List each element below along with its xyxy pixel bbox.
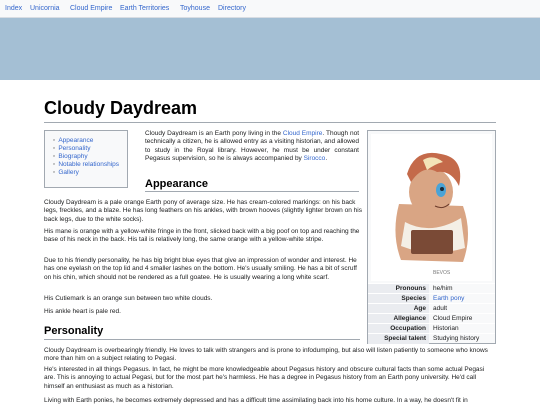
intro-text: .: [325, 155, 328, 163]
appearance-paragraph-3: Due to his friendly personality, he has …: [44, 257, 357, 281]
infobox-row-age: Age adult: [368, 303, 495, 314]
table-of-contents: Appearance Personality Biography Notable…: [44, 130, 128, 188]
personality-heading: Personality: [44, 325, 104, 337]
appearance-paragraph-2: His mane is orange with a yellow-white f…: [44, 228, 360, 244]
infobox-row-special-talent: Special talent Studying history: [368, 333, 495, 344]
character-infobox: BEVOS Pronouns he/him Species Earth pony…: [367, 130, 496, 344]
toc-item-gallery[interactable]: Gallery: [53, 169, 123, 177]
nav-link-index[interactable]: Index: [5, 5, 22, 12]
personality-paragraph-1: Cloudy Daydream is overbearingly friendl…: [44, 347, 488, 363]
infobox-row-pronouns: Pronouns he/him: [368, 283, 495, 294]
appearance-divider: [145, 191, 359, 192]
personality-paragraph-2: He's interested in all things Pegasus. I…: [44, 366, 485, 390]
appearance-paragraph-5: His ankle heart is pale red.: [44, 308, 121, 315]
appearance-paragraph-4: His Cutiemark is an orange sun between t…: [44, 295, 213, 302]
toc-item-personality[interactable]: Personality: [53, 145, 123, 153]
infobox-value: Studying history: [433, 335, 480, 342]
infobox-row-species: Species Earth pony: [368, 293, 495, 304]
page-title: Cloudy Daydream: [44, 98, 198, 118]
personality-divider: [44, 339, 360, 340]
nav-link-cloud-empire[interactable]: Cloud Empire: [70, 5, 112, 12]
appearance-heading: Appearance: [145, 178, 208, 190]
nav-link-earth-territories[interactable]: Earth Territories: [120, 5, 169, 12]
nav-link-toyhouse[interactable]: Toyhouse: [180, 5, 210, 12]
top-navigation: Index Unicornia Cloud Empire Earth Terri…: [0, 0, 540, 18]
toc-item-notable-relationships[interactable]: Notable relationships: [53, 161, 123, 169]
header-banner: [0, 18, 540, 80]
toc-item-biography[interactable]: Biography: [53, 153, 123, 161]
intro-text: Cloudy Daydream is an Earth pony living …: [145, 130, 283, 137]
cloud-empire-link[interactable]: Cloud Empire: [283, 130, 323, 137]
book: [411, 230, 453, 254]
nav-link-directory[interactable]: Directory: [218, 5, 246, 12]
infobox-row-occupation: Occupation Historian: [368, 323, 495, 334]
toc-item-appearance[interactable]: Appearance: [53, 137, 123, 145]
pony-pupil: [440, 187, 444, 191]
personality-paragraph-3: Living with Earth ponies, he becomes ext…: [44, 397, 468, 404]
pony-illustration: BEVOS: [395, 152, 468, 276]
artist-signature: BEVOS: [433, 270, 451, 276]
sirocco-link[interactable]: Sirocco: [304, 155, 326, 162]
infobox-row-allegiance: Allegiance Cloud Empire: [368, 313, 495, 324]
title-divider: [44, 122, 496, 123]
nav-link-unicornia[interactable]: Unicornia: [30, 5, 60, 12]
infobox-label: Special talent: [368, 334, 429, 344]
intro-paragraph: Cloudy Daydream is an Earth pony living …: [145, 130, 359, 164]
appearance-paragraph-1: Cloudy Daydream is a pale orange Earth p…: [44, 199, 362, 223]
character-portrait[interactable]: BEVOS: [371, 134, 492, 281]
